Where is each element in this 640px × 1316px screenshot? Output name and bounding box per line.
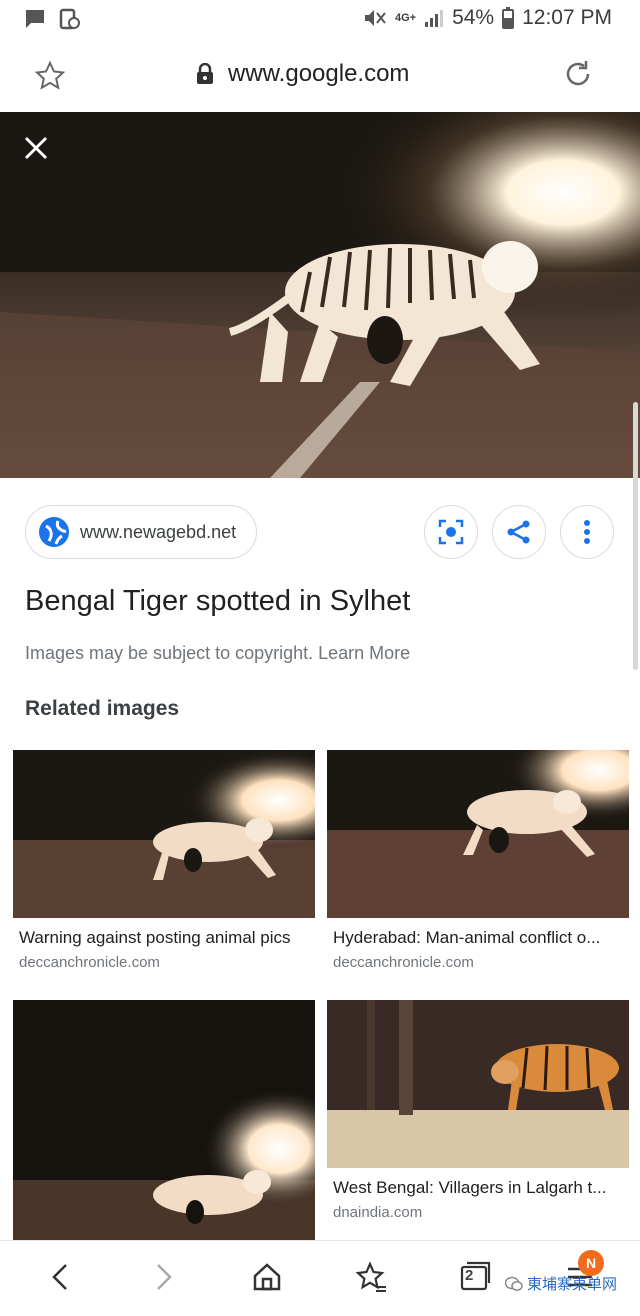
related-thumbnail <box>13 750 315 918</box>
battery-percent: 54% <box>452 6 495 29</box>
reload-icon[interactable] <box>562 58 594 90</box>
tab-count: 2 <box>465 1267 474 1284</box>
tiger-photo <box>0 112 640 478</box>
message-icon <box>26 10 44 28</box>
more-vert-icon <box>584 520 590 544</box>
related-domain: dnaindia.com <box>333 1204 423 1221</box>
watermark: 東埔寨東单网 <box>505 1273 617 1294</box>
related-thumbnail <box>327 750 629 918</box>
main-image[interactable] <box>0 112 640 478</box>
lock-icon <box>197 63 213 84</box>
tabs-button[interactable]: 2 <box>458 1259 494 1295</box>
related-thumbnail <box>13 1000 315 1240</box>
forward-arrow-icon <box>157 1264 172 1290</box>
related-image-card[interactable] <box>13 1000 315 1250</box>
battery-icon <box>502 7 515 29</box>
share-button[interactable] <box>492 505 546 559</box>
mute-icon <box>364 10 386 26</box>
copyright-notice[interactable]: Images may be subject to copyright. Lear… <box>25 643 410 664</box>
related-title: Warning against posting animal pics <box>19 928 291 947</box>
bookmark-star-icon[interactable] <box>34 60 66 92</box>
globe-icon <box>39 517 69 547</box>
signal-icon <box>425 10 444 27</box>
related-image-card[interactable]: Hyderabad: Man-animal conflict o... decc… <box>327 750 629 971</box>
lens-icon <box>438 519 464 545</box>
related-thumbnail <box>327 1000 629 1168</box>
related-domain: deccanchronicle.com <box>333 954 474 971</box>
related-domain: deccanchronicle.com <box>19 954 160 971</box>
related-title: West Bengal: Villagers in Lalgarh t... <box>333 1178 607 1197</box>
related-image-card[interactable]: Warning against posting animal pics decc… <box>13 750 315 971</box>
bookmarks-star-icon <box>356 1261 386 1292</box>
related-title: Hyderabad: Man-animal conflict o... <box>333 928 601 947</box>
close-icon[interactable] <box>22 134 50 162</box>
clock: 12:07 PM <box>522 6 612 29</box>
source-domain: www.newagebd.net <box>80 521 237 542</box>
status-bar: 4G+ 54% 12:07 PM <box>0 0 640 38</box>
wechat-logo-icon <box>505 1276 523 1291</box>
address-bar: www.google.com <box>0 38 640 112</box>
url-field[interactable]: www.google.com <box>196 60 409 88</box>
network-type: 4G+ <box>394 12 417 24</box>
related-image-card[interactable]: West Bengal: Villagers in Lalgarh t... d… <box>327 1000 629 1221</box>
home-icon <box>253 1263 281 1291</box>
screen-record-icon <box>59 8 80 30</box>
related-images-heading: Related images <box>25 697 180 720</box>
home-button[interactable] <box>249 1259 285 1295</box>
image-title: Bengal Tiger spotted in Sylhet <box>25 585 411 617</box>
scrollbar[interactable] <box>633 402 638 670</box>
source-chip[interactable]: www.newagebd.net <box>25 505 257 559</box>
more-options-button[interactable] <box>560 505 614 559</box>
forward-button[interactable] <box>146 1259 182 1295</box>
bookmarks-button[interactable] <box>354 1259 390 1295</box>
url-text: www.google.com <box>228 60 410 87</box>
back-arrow-icon <box>52 1264 67 1290</box>
share-icon <box>507 520 530 544</box>
lens-button[interactable] <box>424 505 478 559</box>
watermark-text: 東埔寨東单网 <box>527 1276 618 1293</box>
back-button[interactable] <box>42 1259 78 1295</box>
